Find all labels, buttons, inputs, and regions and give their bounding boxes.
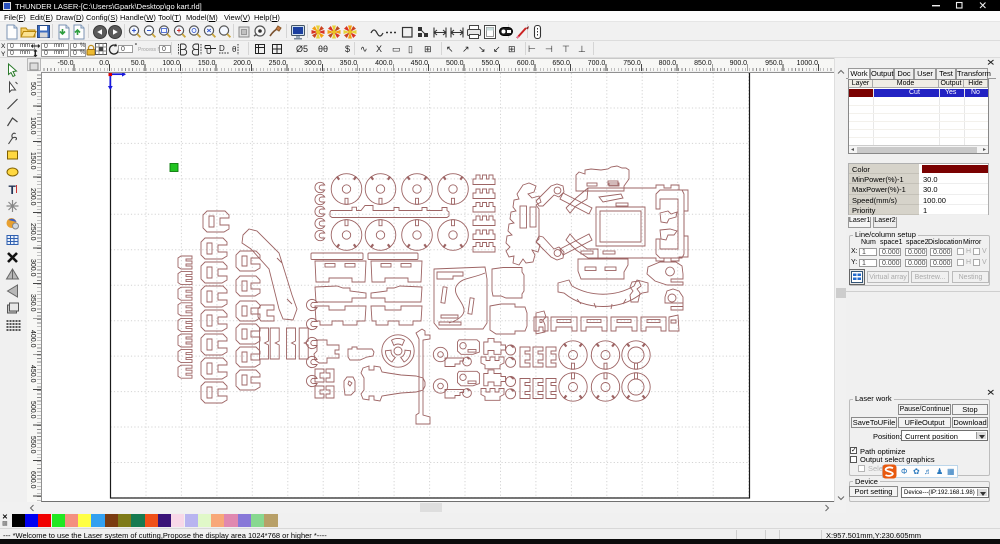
svg-text:U: U (206, 47, 212, 56)
svg-text:T: T (9, 183, 17, 197)
svg-text:D: D (219, 44, 225, 53)
svg-text:θ: θ (232, 45, 237, 54)
